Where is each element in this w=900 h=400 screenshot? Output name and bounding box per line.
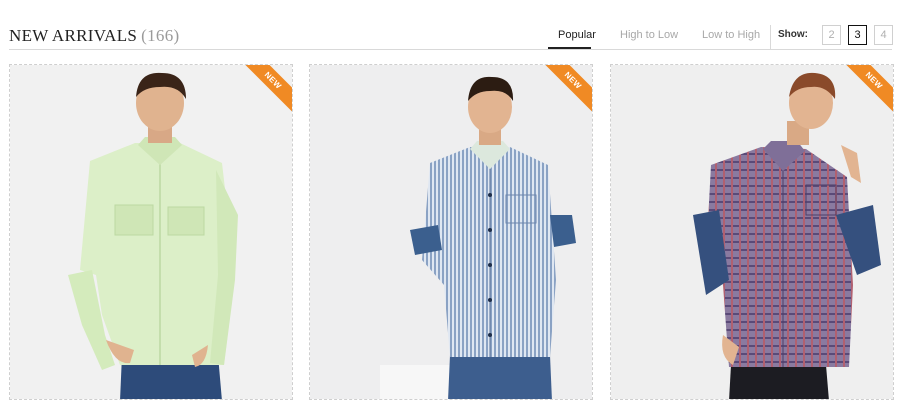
show-option-2[interactable]: 2: [822, 25, 841, 45]
product-image-1: [10, 65, 292, 399]
show-option-4[interactable]: 4: [874, 25, 893, 45]
sort-popular[interactable]: Popular: [558, 29, 596, 41]
product-card-2[interactable]: NEW: [309, 64, 593, 400]
product-image-2: [310, 65, 592, 399]
product-image-3: [611, 65, 893, 399]
sort-high-to-low[interactable]: High to Low: [620, 29, 678, 41]
show-option-3[interactable]: 3: [848, 25, 867, 45]
product-card-1[interactable]: NEW: [9, 64, 293, 400]
page-title: NEW ARRIVALS (166): [9, 26, 179, 46]
product-card-3[interactable]: NEW: [610, 64, 894, 400]
section-header: NEW ARRIVALS (166): [9, 0, 892, 50]
sort-low-to-high[interactable]: Low to High: [702, 29, 760, 41]
show-label: Show:: [778, 29, 808, 40]
item-count: (166): [141, 26, 180, 45]
sort-active-underline: [548, 47, 591, 49]
toolbar-divider: [770, 25, 771, 49]
page-title-text: NEW ARRIVALS: [9, 26, 138, 45]
